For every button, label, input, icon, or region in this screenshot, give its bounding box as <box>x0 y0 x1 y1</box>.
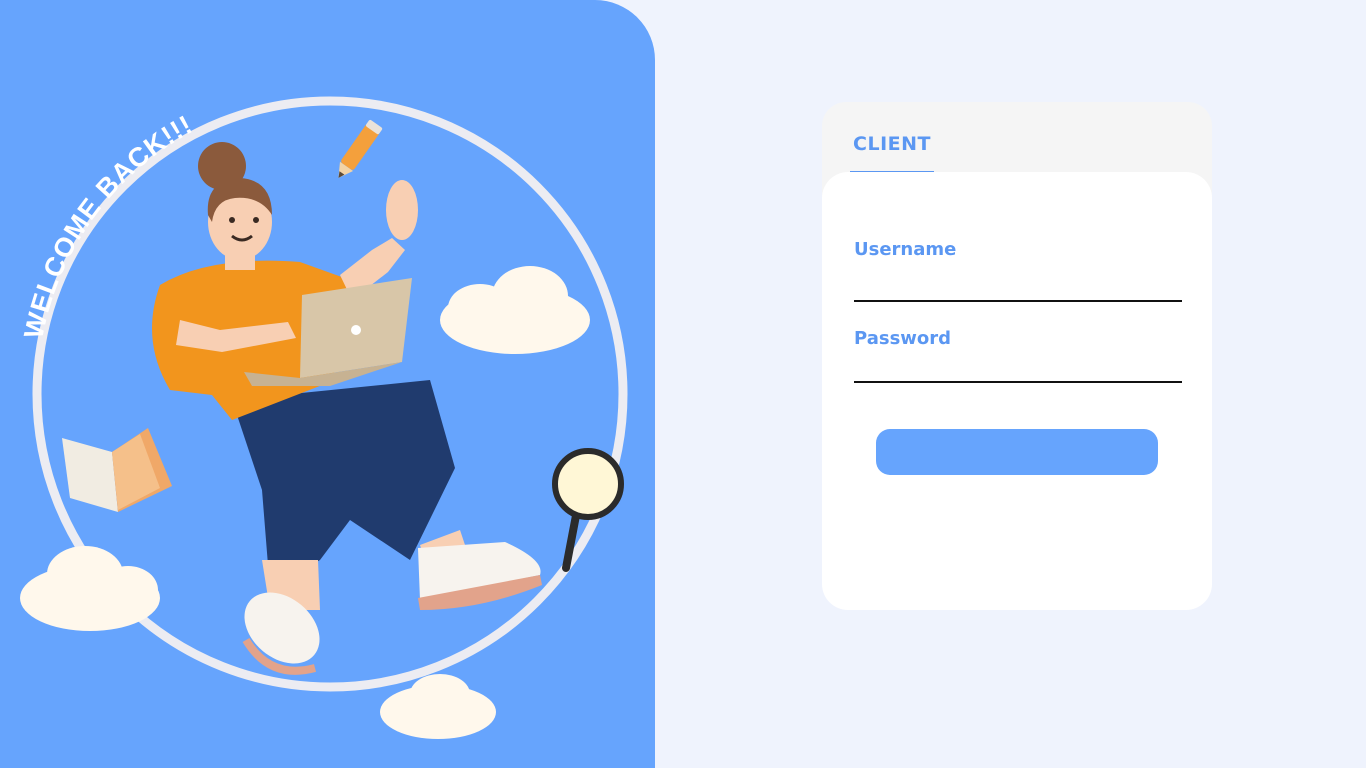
magnifying-glass-icon <box>552 448 624 572</box>
hero-illustration: WELCOME BACK!!! <box>18 96 628 739</box>
book-icon <box>62 428 172 512</box>
hero-panel: WELCOME BACK!!! <box>0 0 655 768</box>
password-label: Password <box>854 328 952 349</box>
pencil-icon <box>338 119 383 178</box>
tab-client[interactable]: CLIENT <box>850 130 934 174</box>
username-label: Username <box>854 239 957 260</box>
cloud-icon <box>440 266 590 354</box>
login-card: CLIENT Username Password <box>822 102 1212 610</box>
person-figure <box>152 142 542 675</box>
username-input[interactable] <box>854 270 1182 302</box>
login-button[interactable] <box>876 429 1158 475</box>
cloud-icon <box>20 546 160 631</box>
password-input[interactable] <box>854 351 1182 383</box>
login-form: Username Password <box>822 172 1212 610</box>
